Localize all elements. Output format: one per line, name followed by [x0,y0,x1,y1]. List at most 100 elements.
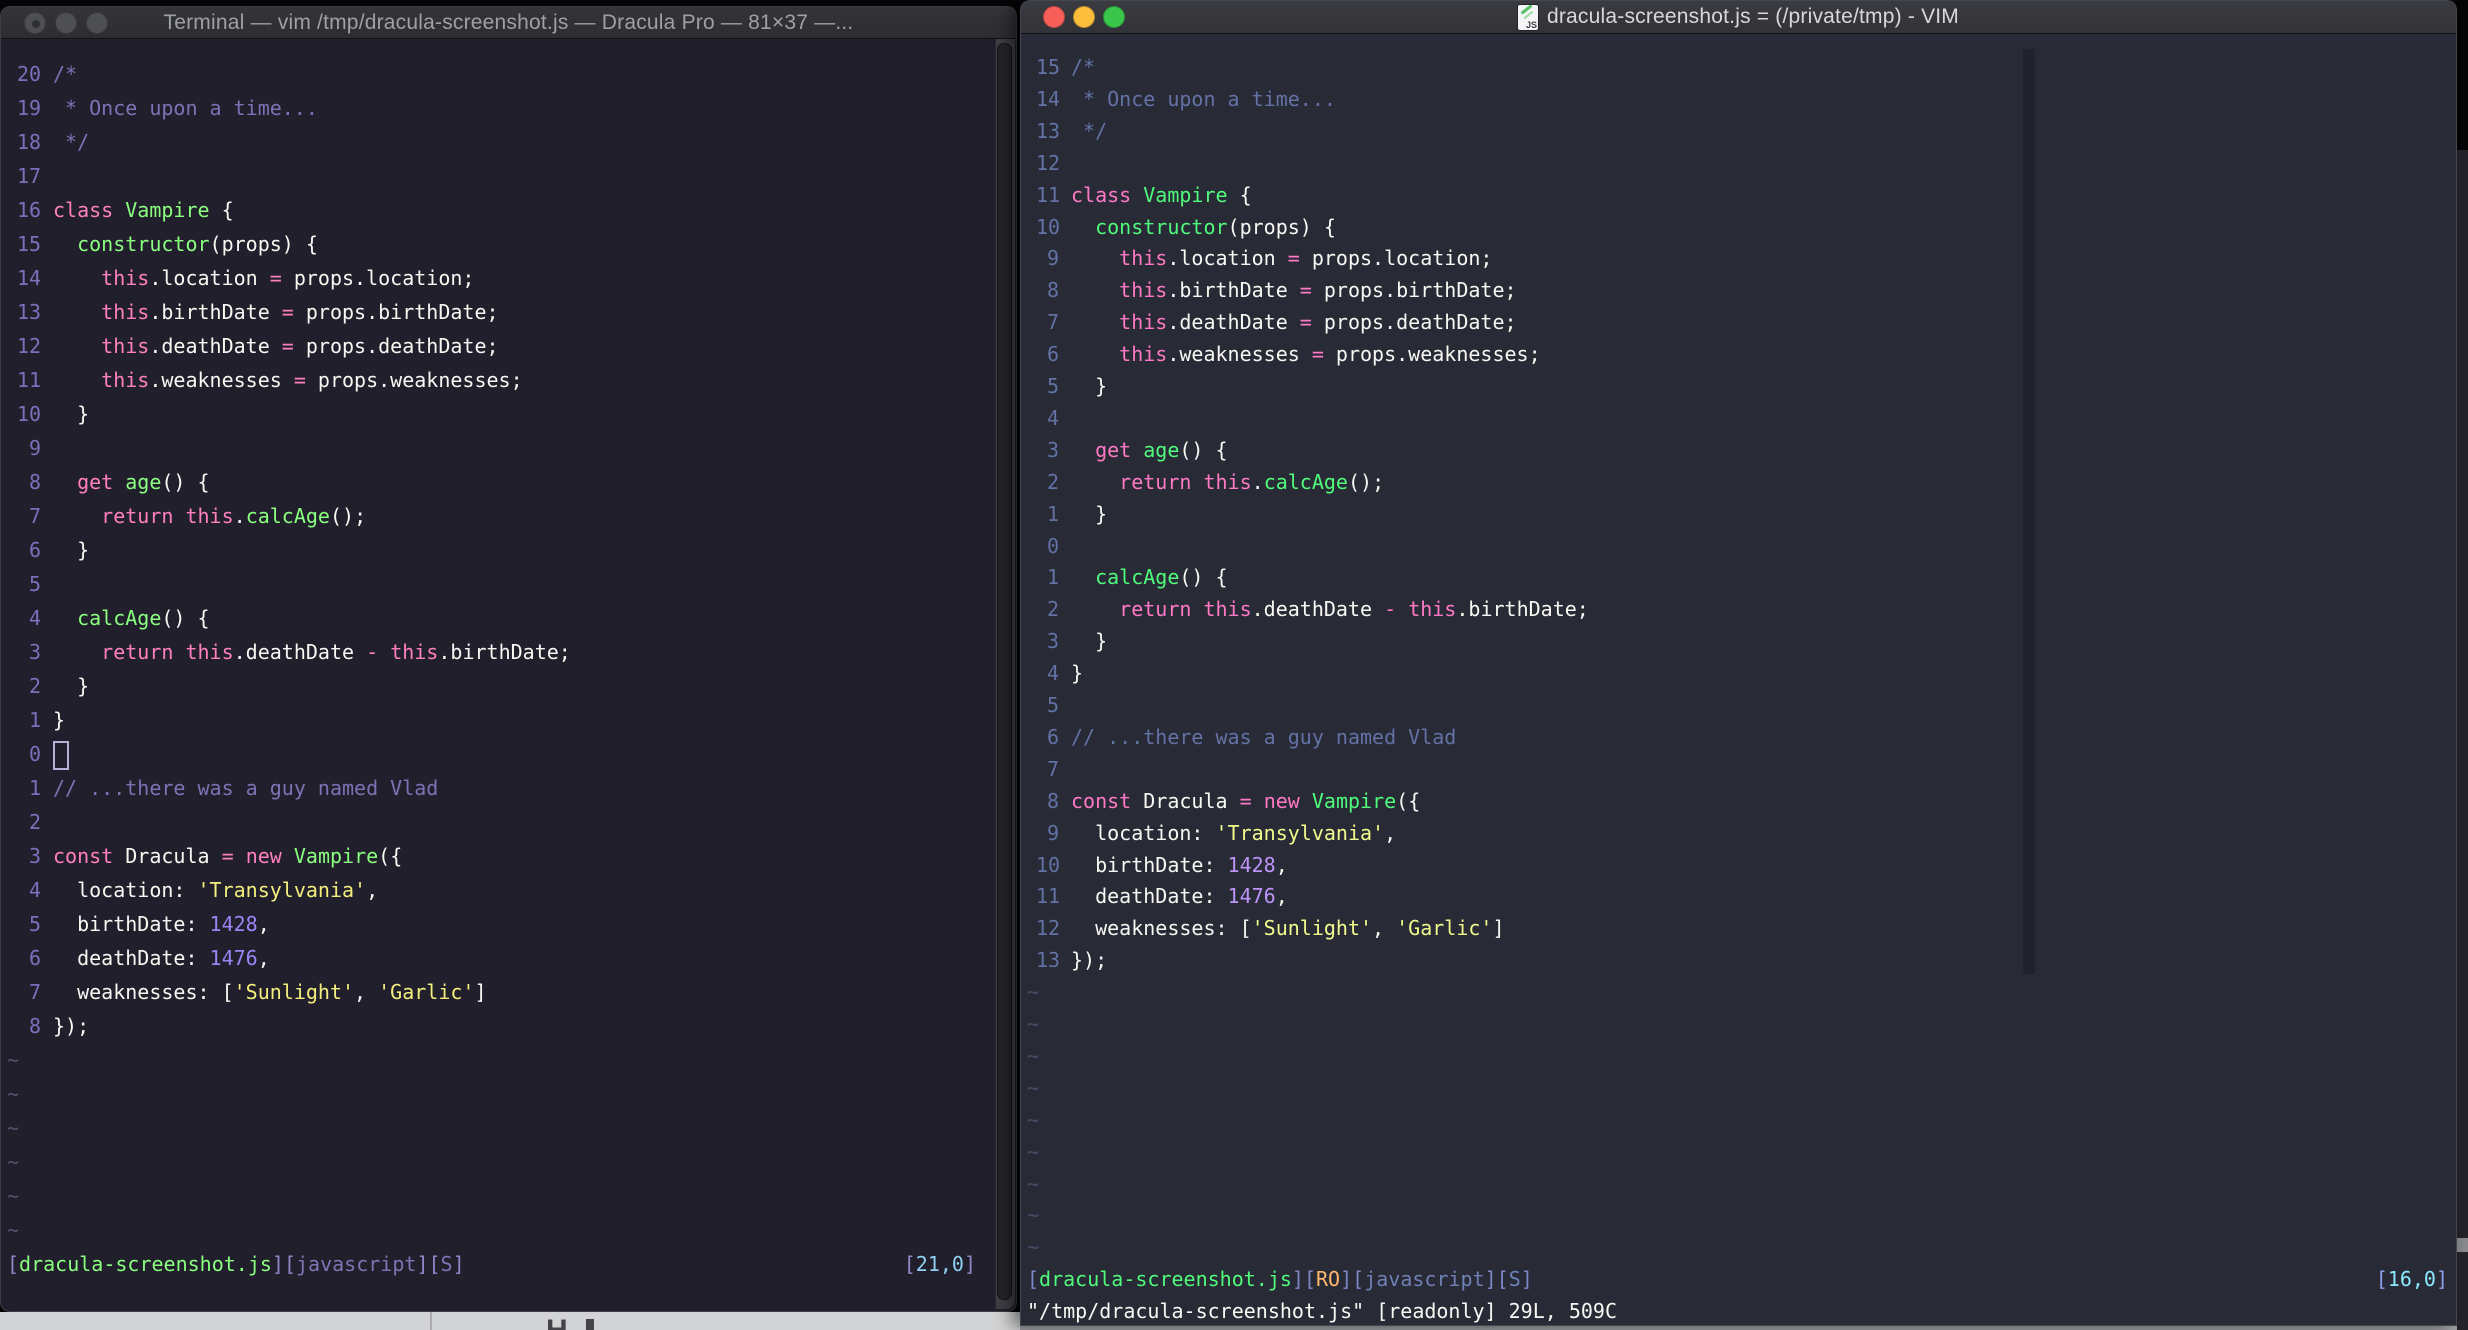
line-number: 11 [1036,182,1061,207]
code-token: constructor [1095,214,1228,239]
code-token: this [101,368,150,392]
line-number: 3 [1046,437,1059,462]
line-number: 3 [1046,629,1059,654]
code-token: calcAge [245,504,330,528]
code-token: = [281,300,294,324]
tilde-marker: ~ [7,1184,20,1208]
code-token: this [101,334,150,358]
code-line: 1 calcAge() { [1021,561,2456,593]
code-token: (props) { [1227,214,1336,239]
code-token: class [53,198,114,222]
line-number: 7 [28,504,41,528]
code-token: .weaknesses [1167,342,1312,367]
line-number: 0 [28,742,41,766]
terminal-vim-window: Terminal — vim /tmp/dracula-screenshot.j… [0,6,1017,1312]
code-token: return [1119,469,1192,494]
scrollbar-track[interactable] [995,39,1015,1309]
code-line: 7 return this.calcAge(); [1,499,1016,533]
background-bottom-strip [1020,1326,2457,1330]
line-number: 17 [17,164,42,188]
code-line: 12 weaknesses: ['Sunlight', 'Garlic'] [1021,912,2456,944]
code-token: , [366,878,379,902]
line-number: 19 [17,96,42,120]
code-token: S [1508,1267,1521,1292]
tilde-marker: ~ [1027,1043,1040,1068]
code-token: this [1408,597,1457,622]
code-line: 13 this.birthDate = props.birthDate; [1,295,1016,329]
tilde-marker: ~ [7,1116,20,1140]
code-token: this [1119,278,1168,303]
code-line: 10 } [1,397,1016,431]
code-token: props.birthDate; [293,300,499,324]
code-line: 16 class Vampire { [1,193,1016,227]
vim-editor-right[interactable]: 15/* 14 * Once upon a time... 13 */12 11 cla… [1021,1,2456,1325]
code-token: 'Transylvania' [197,878,367,902]
code-line: 6 // ...there was a guy named Vlad [1021,721,2456,753]
code-token: .deathDate [1167,310,1300,335]
line-number: 11 [17,368,42,392]
code-line: 15 constructor(props) { [1,227,1016,261]
code-line: 19 * Once upon a time... [1,91,1016,125]
code-line: 20 /* [1,57,1016,91]
line-number: 10 [1036,852,1061,877]
code-token: ] [474,980,487,1004]
code-token: javascript [296,1252,417,1276]
code-token: javascript [1364,1267,1485,1292]
code-token: calcAge [77,606,162,630]
tilde-line: ~ [1,1043,1016,1077]
code-token: this [390,640,439,664]
code-line: 4 [1021,402,2456,434]
code-token: = [1299,310,1312,335]
line-number: 2 [1046,469,1059,494]
code-token: birthDate: [53,912,210,936]
tilde-line: ~ [1021,1231,2456,1263]
code-token: , [1275,852,1288,877]
code-line: 14 this.location = props.location; [1,261,1016,295]
line-number: 11 [1036,884,1061,909]
code-token: = [1299,278,1312,303]
background-window-text: H [546,1314,568,1330]
tilde-marker: ~ [1027,1075,1040,1100]
line-number: 1 [28,776,41,800]
background-right-edge [2457,0,2468,1330]
code-line: 17 [1,159,1016,193]
code-token: deathDate: [1071,884,1228,909]
code-token: return [101,504,174,528]
code-token: * Once upon a time... [53,96,318,120]
code-token: weaknesses: [ [1071,916,1252,941]
line-number: 2 [28,674,41,698]
line-number: 4 [28,606,41,630]
code-token: ] [963,1252,976,1276]
code-token: props.weaknesses; [1323,342,1541,367]
code-token: .deathDate [1251,597,1385,622]
line-number: 7 [28,980,41,1004]
line-number: 3 [28,844,41,868]
code-line: 3 } [1021,625,2456,657]
background-window-text-fragment [586,1319,594,1330]
code-line: 2 [1,805,1016,839]
code-token: ({ [378,844,403,868]
code-token: 'Sunlight' [233,980,355,1004]
code-token: Vampire [125,198,210,222]
tilde-line: ~ [1,1111,1016,1145]
vim-editor-left[interactable]: 20/* 19 * Once upon a time... 18 */17 16 cla… [1,7,1016,1311]
line-number: 9 [1046,820,1059,845]
scrollbar-thumb[interactable] [997,43,1012,1300]
code-token: props.weaknesses; [305,368,523,392]
line-number: 8 [1046,788,1059,813]
code-token: */ [1071,118,1108,143]
code-token: 1428 [209,912,258,936]
code-token: Vampire [1311,788,1397,813]
code-token: Vampire [1143,182,1228,207]
status-file-info: [dracula-screenshot.js][javascript][S] [7,1252,465,1276]
code-token: ] [1492,916,1505,941]
